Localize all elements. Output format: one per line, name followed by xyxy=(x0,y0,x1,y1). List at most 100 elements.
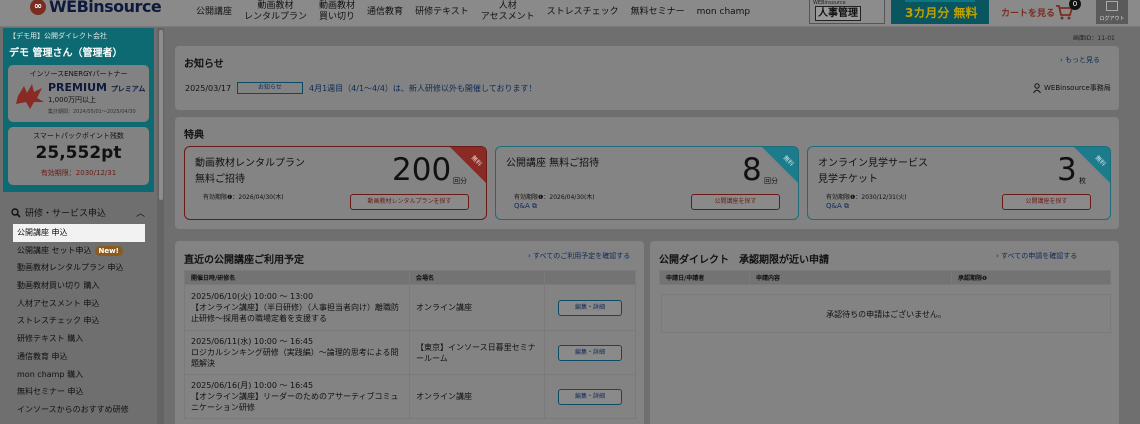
menu-label: 公開講座 セット申込 xyxy=(17,245,92,255)
premium-amount: 1,000万円以上 xyxy=(48,96,97,104)
find-video-rental-button[interactable]: 動画教材レンタルプランを探す xyxy=(350,194,469,210)
sidebar-scroll-thumb[interactable] xyxy=(159,30,163,200)
edit-detail-button[interactable]: 編集・詳細 xyxy=(558,388,622,405)
points-label: スマートパックポイント残数 xyxy=(33,132,124,140)
top-header: ∞ WEBinsource 公開講座 動画教材 レンタルプラン 動画教材 買い切… xyxy=(0,0,1140,27)
notice-more-link[interactable]: › もっと見る xyxy=(1060,55,1100,65)
perk-count: 3 xyxy=(1057,152,1077,188)
schedule-venue: オンライン講座 xyxy=(409,374,545,419)
service-menu: 公開講座 申込 公開講座 セット申込 New! 動画教材レンタルプラン 申込 動画… xyxy=(13,224,145,419)
schedule-venue: 【東京】インソース日暮里セミナールーム xyxy=(409,330,545,375)
schedule-course-cell: 2025/06/10(火) 10:00 ～ 13:00 【オンライン講座】（半日研… xyxy=(184,284,410,331)
menu-stress-check[interactable]: ストレスチェック 申込 xyxy=(17,312,145,330)
notice-date: 2025/03/17 xyxy=(185,84,232,93)
menu-assessment[interactable]: 人材アセスメント 申込 xyxy=(17,295,145,313)
chevron-up-icon[interactable]: ︿ xyxy=(136,206,145,219)
menu-recommended[interactable]: インソースからのおすすめ研修 xyxy=(17,401,145,419)
premium-period: 集計期間：2024/05/01～2025/04/30 xyxy=(48,109,136,115)
menu-free-seminar[interactable]: 無料セミナー 申込 xyxy=(17,383,145,401)
menu-mon-champ[interactable]: mon champ 購入 xyxy=(17,366,145,384)
menu-textbook[interactable]: 研修テキスト 購入 xyxy=(17,330,145,348)
nav-stress-check[interactable]: ストレスチェック xyxy=(541,0,625,24)
notice-panel: お知らせ › もっと見る 2025/03/17 お知らせ 4月1週目（4/1～4… xyxy=(175,46,1119,110)
sidebar: 【デモ用】公開ダイレクト会社 デモ 管理さん（管理者） インソースENERGYパ… xyxy=(0,28,164,424)
schedule-title: 直近の公開講座ご利用予定 xyxy=(184,255,304,266)
all-approval-link[interactable]: › すべての申請を確認する xyxy=(996,251,1077,261)
admin-name: デモ 管理さん（管理者） xyxy=(9,48,123,59)
col-venue: 会場名 xyxy=(409,270,545,285)
perk-unit: 回分 xyxy=(764,177,778,185)
nav-public-course[interactable]: 公開講座 xyxy=(190,0,238,24)
perk-title: オンライン見学サービス 見学チケット xyxy=(818,158,928,185)
perk-unit: 回分 xyxy=(453,177,467,185)
find-public-course-button[interactable]: 公開講座を探す xyxy=(1002,194,1091,210)
nav-mon-champ[interactable]: mon champ xyxy=(691,0,757,24)
all-schedule-link[interactable]: › すべてのご利用予定を確認する xyxy=(528,251,630,261)
points-card: スマートパックポイント残数 25,552pt 有効期限：2030/12/31 xyxy=(8,127,149,185)
partner-card[interactable]: インソースENERGYパートナー PREMIUM プレミアム 1,000万円以上… xyxy=(8,65,149,122)
table-row: 2025/06/11(水) 10:00 ～ 16:45 ロジカルシンキング研修（実… xyxy=(184,330,636,375)
find-public-course-button[interactable]: 公開講座を探す xyxy=(691,194,780,210)
menu-video-rental[interactable]: 動画教材レンタルプラン 申込 xyxy=(17,259,145,277)
jinji-label: 人事管理 xyxy=(815,6,861,21)
notice-author: WEBinsource事務局 xyxy=(1033,83,1111,93)
office-name: WEBinsource事務局 xyxy=(1044,84,1111,92)
logout-button[interactable]: ログアウト xyxy=(1096,0,1128,24)
nav-correspondence[interactable]: 通信教育 xyxy=(361,0,409,24)
menu-correspondence[interactable]: 通信教育 申込 xyxy=(17,348,145,366)
perk-expiry: 有効期限❶：2026/04/30(木) xyxy=(514,194,595,201)
notice-title: お知らせ xyxy=(184,59,224,70)
free-trial-banner[interactable]: 3カ月分 無料 xyxy=(891,0,989,24)
table-row: 2025/06/16(月) 10:00 ～ 16:45 【オンライン講座】リーダー… xyxy=(184,374,636,419)
cart-link[interactable]: カートを見る xyxy=(1001,6,1055,19)
approval-panel: 公開ダイレクト 承認期限が近い申請 › すべての申請を確認する 申請日/申請者 … xyxy=(650,241,1119,424)
perk-count: 8 xyxy=(742,152,762,188)
premium-title: PREMIUM プレミアム xyxy=(48,81,146,94)
menu-video-purchase[interactable]: 動画教材買い切り 購入 xyxy=(17,277,145,295)
service-menu-heading[interactable]: 研修・サービス申込 xyxy=(11,206,106,219)
qa-link[interactable]: Q&A ⧉ xyxy=(826,202,849,211)
nav-free-seminar[interactable]: 無料セミナー xyxy=(625,0,691,24)
logo-text: WEBinsource xyxy=(49,0,162,16)
schedule-course-cell: 2025/06/11(水) 10:00 ～ 16:45 ロジカルシンキング研修（実… xyxy=(184,330,410,375)
schedule-course-name: ロジカルシンキング研修（実践編）～論理的思考による問題解決 xyxy=(191,348,399,368)
nav-textbook[interactable]: 研修テキスト xyxy=(409,0,475,24)
edit-detail-button[interactable]: 編集・詳細 xyxy=(558,299,622,316)
qa-link[interactable]: Q&A ⧉ xyxy=(514,202,537,211)
logo[interactable]: ∞ WEBinsource xyxy=(30,0,162,16)
nav-assessment[interactable]: 人材 アセスメント xyxy=(475,0,541,24)
menu-public-course-apply[interactable]: 公開講座 申込 xyxy=(13,224,145,242)
points-expiry: 有効期限：2030/12/31 xyxy=(40,169,117,177)
col-apply-content: 申請内容 xyxy=(749,270,952,285)
nav-video-purchase[interactable]: 動画教材 買い切り xyxy=(313,0,361,24)
schedule-table: 開催日時/研修名 会場名 2025/06/10(火) 10:00 ～ 13:00… xyxy=(184,270,636,419)
notice-category-badge: お知らせ xyxy=(237,82,303,94)
perk-card-public-course: 公開講座 無料ご招待 8 回分 無料 有効期限❶：2026/04/30(木) Q… xyxy=(495,146,799,220)
partner-label: インソースENERGYパートナー xyxy=(29,70,128,78)
perk-card-video-rental: 動画教材レンタルプラン 無料ご招待 200 回分 無料 有効期限❶：2026/0… xyxy=(184,146,487,220)
new-badge: New! xyxy=(94,245,123,256)
schedule-action-cell: 編集・詳細 xyxy=(544,284,636,331)
perk-expiry: 有効期限❶：2026/04/30(木) xyxy=(203,194,284,201)
perk-title: 動画教材レンタルプラン 無料ご招待 xyxy=(195,158,305,185)
schedule-datetime: 2025/06/16(月) 10:00 ～ 16:45 xyxy=(191,381,314,390)
schedule-course-cell: 2025/06/16(月) 10:00 ～ 16:45 【オンライン講座】リーダー… xyxy=(184,374,410,419)
nav-video-rental[interactable]: 動画教材 レンタルプラン xyxy=(238,0,313,24)
screen-id: 画面ID：11-01 xyxy=(1073,35,1115,42)
schedule-action-cell: 編集・詳細 xyxy=(544,374,636,419)
col-apply-date: 申請日/申請者 xyxy=(659,270,750,285)
free-banner-stripe xyxy=(905,0,975,2)
perk-card-online-visit: オンライン見学サービス 見学チケット 3 枚 無料 有効期限❶：2030/12/… xyxy=(807,146,1111,220)
jinji-kanri-banner[interactable]: WEBinsource 人事管理 xyxy=(809,0,885,24)
edit-detail-button[interactable]: 編集・詳細 xyxy=(558,344,622,361)
logout-icon xyxy=(1106,1,1118,11)
perks-panel: 特典 動画教材レンタルプラン 無料ご招待 200 回分 無料 有効期限❶：202… xyxy=(175,117,1119,229)
schedule-datetime: 2025/06/11(水) 10:00 ～ 16:45 xyxy=(191,337,314,346)
menu-public-course-set[interactable]: 公開講座 セット申込 New! xyxy=(17,242,145,260)
notice-link[interactable]: 4月1週目（4/1～4/4）は、新人研修以外も開催しております！ xyxy=(309,83,536,94)
col-approval-deadline: 承認期限❶ xyxy=(951,270,1111,285)
logout-label: ログアウト xyxy=(1099,16,1125,22)
approval-empty-message: 承認待ちの申請はございません。 xyxy=(661,294,1111,333)
cart-count-badge: 0 xyxy=(1069,0,1081,10)
schedule-course-name: 【オンライン講座】リーダーのためのアサーティブコミュニケーション研修 xyxy=(191,392,399,412)
